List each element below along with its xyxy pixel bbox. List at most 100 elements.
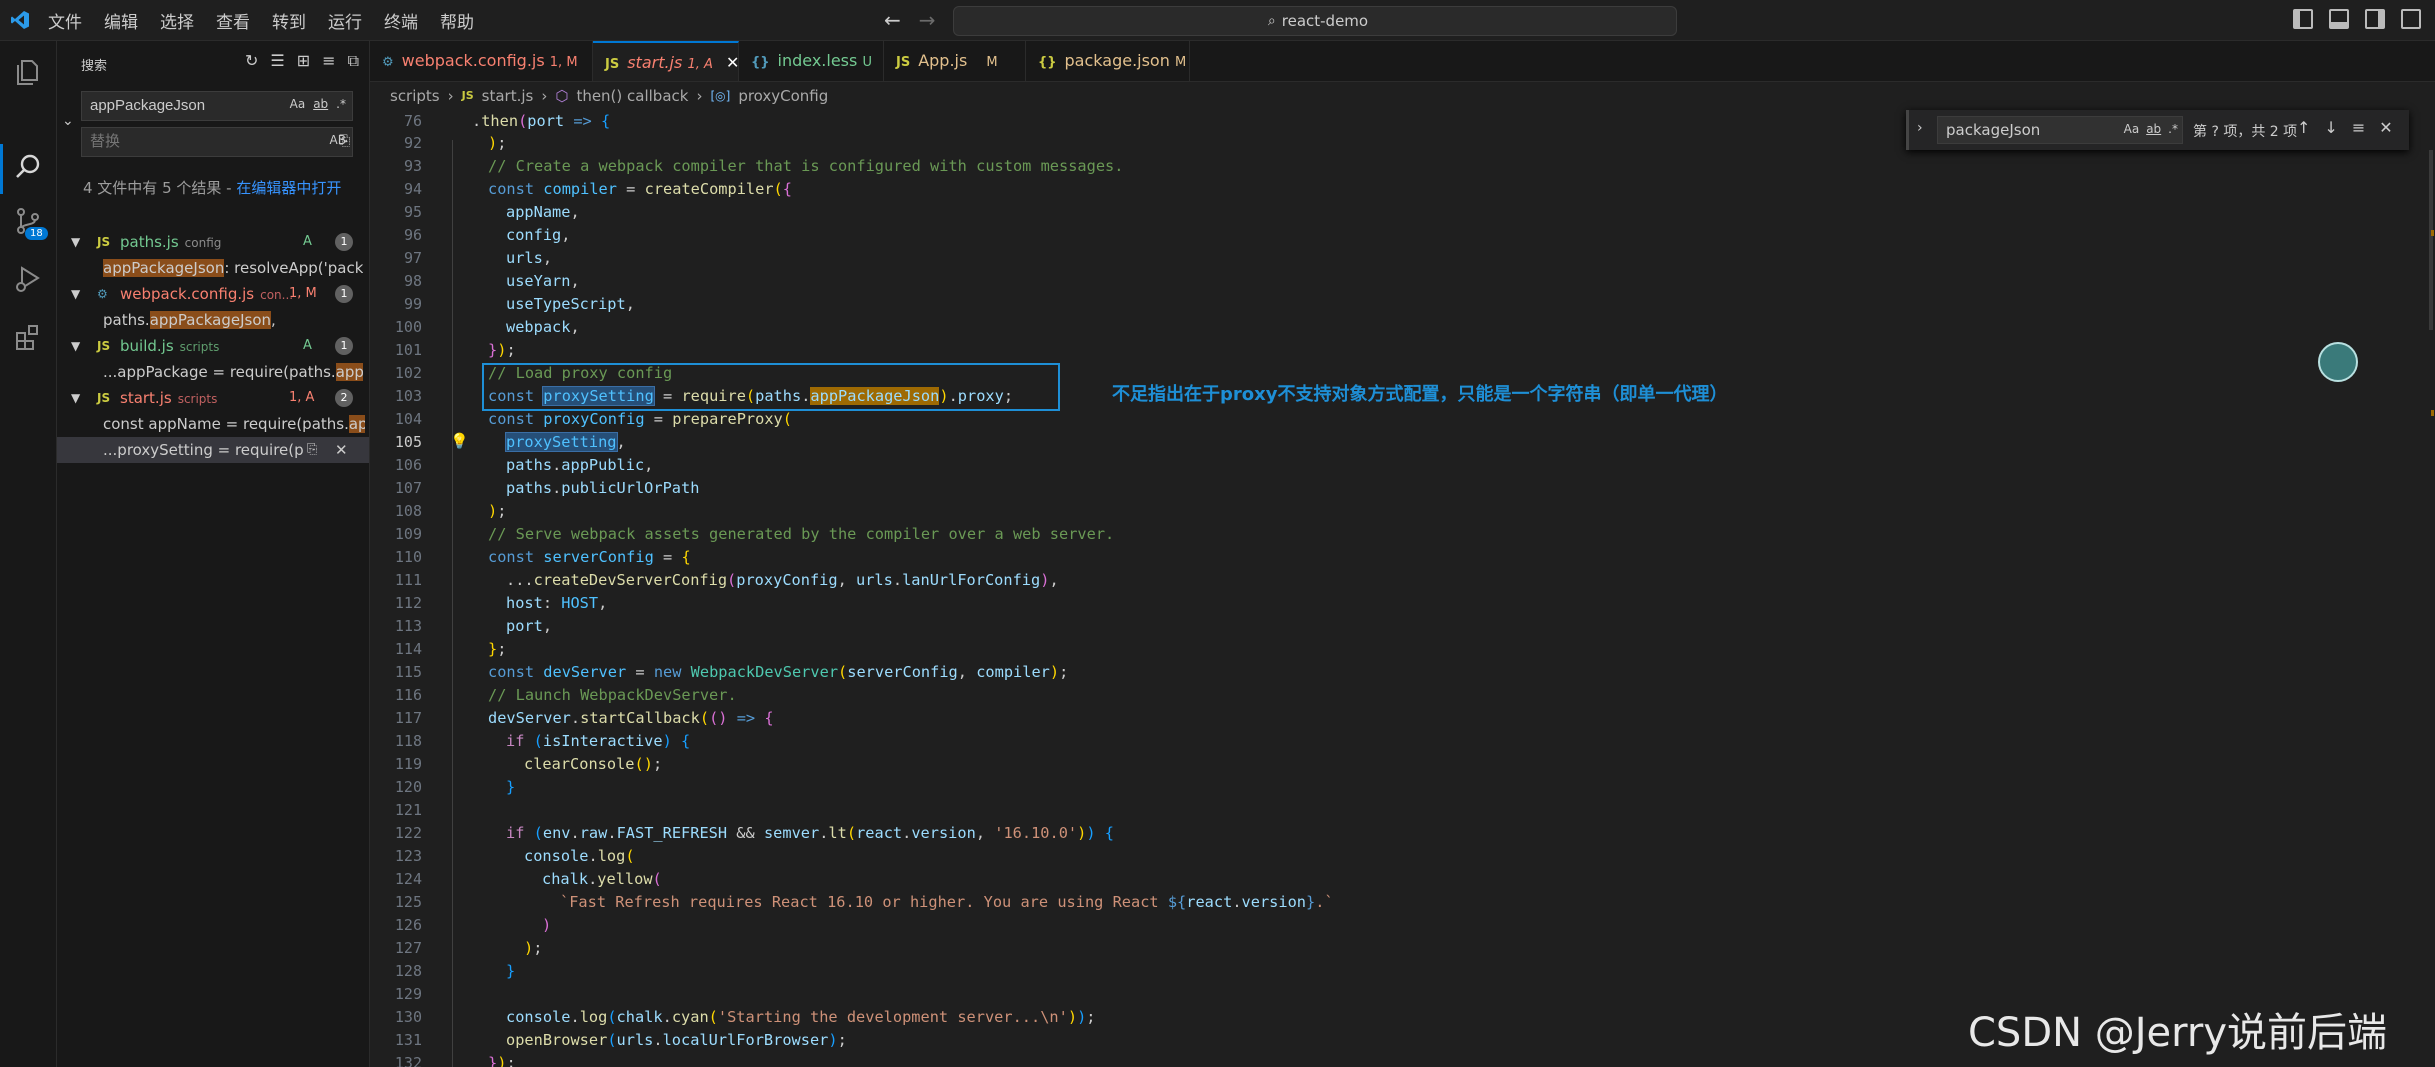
chevron-right-icon: › bbox=[541, 87, 548, 105]
result-match[interactable]: appPackageJson: resolveApp('packa... bbox=[57, 255, 369, 281]
replace-all-icon[interactable]: ⎘ bbox=[339, 133, 350, 149]
match-text: paths.appPackageJson, bbox=[103, 307, 363, 333]
command-center[interactable]: ⌕ react-demo bbox=[953, 6, 1677, 36]
clear-results-icon[interactable]: ☰ bbox=[270, 51, 284, 71]
new-search-editor-icon[interactable]: ⊞ bbox=[297, 51, 310, 71]
menu-selection[interactable]: 选择 bbox=[160, 8, 194, 33]
toggle-primary-sidebar-icon[interactable] bbox=[2293, 9, 2313, 29]
match-case-icon[interactable]: Aa bbox=[2124, 122, 2140, 136]
result-match-selected[interactable]: ...proxySetting = require(p... ⎘ ✕ bbox=[57, 437, 369, 463]
js-file-icon: JS bbox=[461, 89, 474, 102]
menu-terminal[interactable]: 终端 bbox=[384, 8, 418, 33]
lightbulb-icon[interactable]: 💡 bbox=[450, 432, 469, 450]
file-label: build.js bbox=[120, 337, 174, 355]
code-line: const serverConfig = { bbox=[488, 548, 691, 566]
menu-run[interactable]: 运行 bbox=[328, 8, 362, 33]
find-in-selection-icon[interactable]: ≡ bbox=[2352, 118, 2365, 137]
menu-help[interactable]: 帮助 bbox=[440, 8, 474, 33]
search-icon: ⌕ bbox=[1267, 13, 1276, 29]
breadcrumb-item[interactable]: scripts bbox=[390, 82, 440, 110]
menu-view[interactable]: 查看 bbox=[216, 8, 250, 33]
gear-file-icon: ⚙ bbox=[382, 55, 394, 70]
result-file-webpack[interactable]: ▼ ⚙ webpack.config.js con... 1, M 1 bbox=[57, 281, 369, 307]
menu-go[interactable]: 转到 bbox=[272, 8, 306, 33]
toggle-secondary-sidebar-icon[interactable] bbox=[2365, 9, 2385, 29]
replace-input[interactable] bbox=[88, 132, 292, 151]
extensions-icon[interactable] bbox=[12, 321, 44, 353]
result-match[interactable]: paths.appPackageJson, bbox=[57, 307, 369, 333]
toggle-replace-icon[interactable]: › bbox=[1917, 120, 1923, 136]
code-editor[interactable]: 76 92 93 94 95 96 97 98 99 100 101 102 103 104 105 106 1… bbox=[370, 110, 2435, 1067]
menu-edit[interactable]: 编辑 bbox=[104, 8, 138, 33]
tab-start-js[interactable]: JS start.js 1, A ✕ bbox=[593, 41, 739, 81]
toggle-panel-icon[interactable] bbox=[2329, 9, 2349, 29]
find-input[interactable]: packageJson bbox=[1946, 121, 2040, 139]
breadcrumb-item[interactable]: start.js bbox=[482, 82, 534, 110]
replace-field: AB bbox=[81, 127, 353, 157]
run-debug-icon[interactable] bbox=[12, 263, 44, 295]
customize-layout-icon[interactable] bbox=[2401, 9, 2421, 29]
previous-match-icon[interactable]: ↑ bbox=[2297, 118, 2310, 137]
search-icon[interactable] bbox=[12, 151, 44, 183]
code-line: if (env.raw.FAST_REFRESH && semver.lt(re… bbox=[506, 824, 1114, 842]
result-match[interactable]: ...appPackage = require(paths.appPa bbox=[57, 359, 369, 385]
code-line: const compiler = createCompiler({ bbox=[488, 180, 792, 198]
method-cube-icon: ⬡ bbox=[555, 87, 569, 105]
regex-icon[interactable]: .* bbox=[2168, 122, 2178, 136]
code-line: // Serve webpack assets generated by the… bbox=[488, 525, 1115, 543]
toggle-replace-chevron-icon[interactable]: ⌄ bbox=[62, 113, 74, 129]
line-number: 131 bbox=[394, 1031, 422, 1049]
match-whole-word-icon[interactable]: ab bbox=[313, 97, 328, 111]
line-number: 115 bbox=[394, 663, 422, 681]
line-number: 105 bbox=[394, 433, 422, 451]
regex-icon[interactable]: .* bbox=[336, 97, 346, 111]
tab-index-less[interactable]: {} index.less U bbox=[739, 41, 884, 81]
back-arrow-icon[interactable]: ← bbox=[884, 8, 901, 32]
chevron-right-icon: › bbox=[696, 87, 703, 105]
close-icon[interactable]: ✕ bbox=[726, 53, 739, 72]
result-file-start[interactable]: ▼ JS start.js scripts 1, A 2 bbox=[57, 385, 369, 411]
braces-file-icon: {} bbox=[751, 55, 770, 70]
breadcrumb-item[interactable]: proxyConfig bbox=[738, 82, 828, 110]
collapse-all-icon[interactable]: ⧉ bbox=[348, 51, 359, 71]
breadcrumb-item[interactable]: then() callback bbox=[576, 82, 688, 110]
explorer-icon[interactable] bbox=[12, 55, 44, 87]
refresh-icon[interactable]: ↻ bbox=[245, 51, 258, 71]
sidebar-title: 搜索 bbox=[81, 59, 108, 74]
active-indicator bbox=[0, 144, 3, 194]
tab-webpack-config[interactable]: ⚙ webpack.config.js 1, M bbox=[370, 41, 593, 81]
open-in-editor-link[interactable]: 在编辑器中打开 bbox=[236, 179, 341, 197]
code-line: `Fast Refresh requires React 16.10 or hi… bbox=[560, 893, 1334, 911]
menu-file[interactable]: 文件 bbox=[48, 8, 82, 33]
code-line: } bbox=[506, 962, 516, 980]
close-icon[interactable]: ✕ bbox=[2379, 118, 2392, 137]
code-line: ); bbox=[488, 502, 507, 520]
code-line: paths.appPublic, bbox=[506, 456, 654, 474]
tab-app-js[interactable]: JS App.js M bbox=[884, 41, 1026, 81]
result-file-build[interactable]: ▼ JS build.js scripts A 1 bbox=[57, 333, 369, 359]
match-highlight: appPa bbox=[335, 363, 363, 381]
tab-package-json[interactable]: {} package.json M bbox=[1026, 41, 1190, 81]
line-number: 103 bbox=[394, 387, 422, 405]
code-line: }); bbox=[488, 1054, 516, 1067]
tab-status: 1, M bbox=[549, 55, 578, 70]
tab-status: U bbox=[862, 55, 872, 70]
find-input-box[interactable]: packageJson Aa ab .* bbox=[1937, 116, 2183, 144]
next-match-icon[interactable]: ↓ bbox=[2324, 118, 2337, 137]
code-line: if (isInteractive) { bbox=[506, 732, 691, 750]
chevron-down-icon: ▼ bbox=[71, 235, 81, 249]
code-line: host: HOST, bbox=[506, 594, 608, 612]
match-case-icon[interactable]: Aa bbox=[290, 97, 306, 111]
view-as-tree-icon[interactable]: ≡ bbox=[322, 51, 335, 71]
code-line: clearConsole(); bbox=[524, 755, 663, 773]
search-input[interactable] bbox=[88, 96, 282, 115]
vscode-logo-icon bbox=[11, 11, 29, 29]
forward-arrow-icon[interactable]: → bbox=[919, 8, 936, 32]
line-number: 114 bbox=[394, 640, 422, 658]
match-whole-word-icon[interactable]: ab bbox=[2146, 122, 2161, 136]
result-file-paths[interactable]: ▼ JS paths.js config A 1 bbox=[57, 229, 369, 255]
replace-icon[interactable]: ⎘ bbox=[307, 437, 317, 463]
result-match[interactable]: const appName = require(paths.app... bbox=[57, 411, 369, 437]
match-context: const appName = require(paths. bbox=[103, 415, 349, 433]
dismiss-icon[interactable]: ✕ bbox=[335, 437, 348, 463]
